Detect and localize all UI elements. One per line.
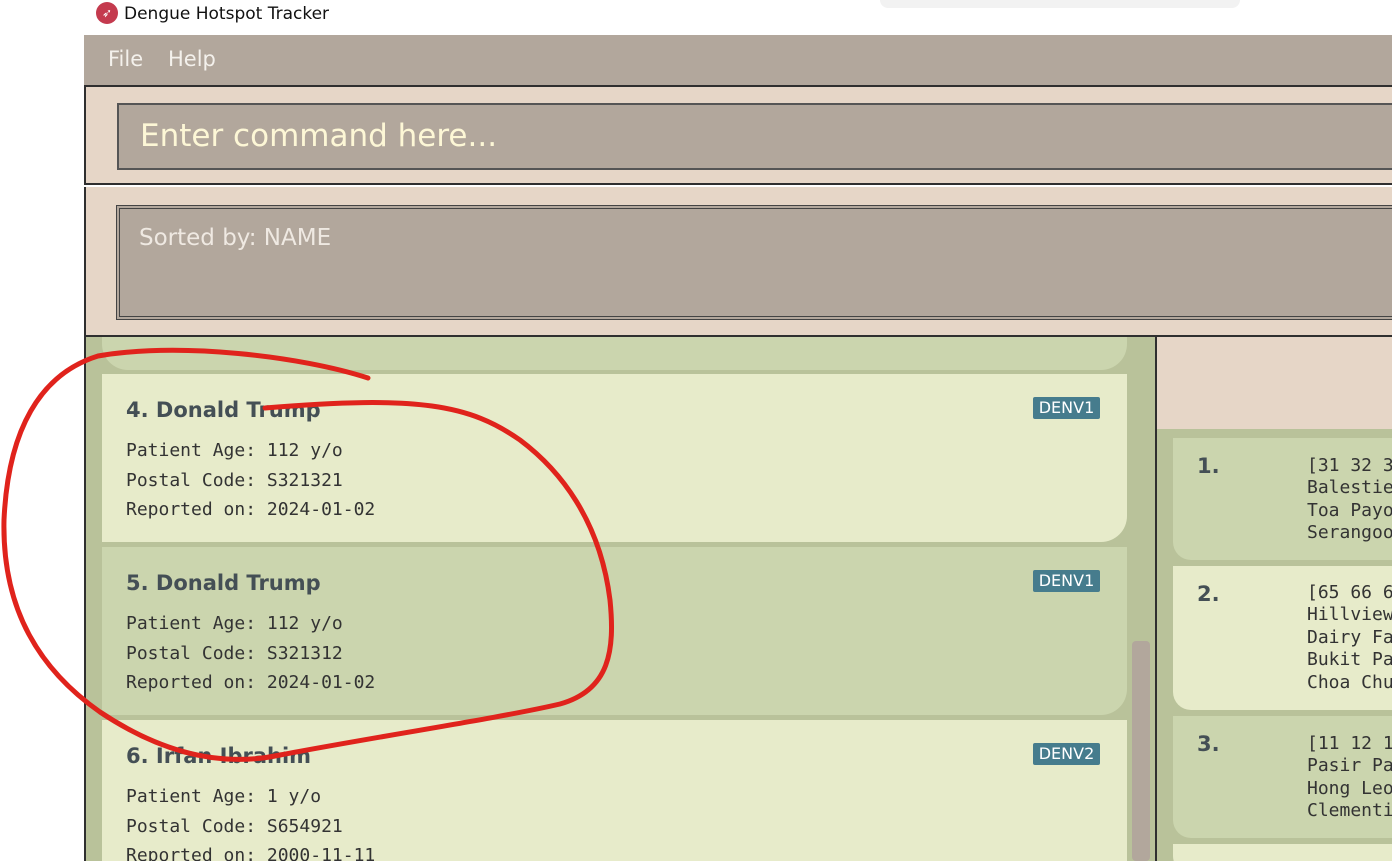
result-panel: Sorted by: NAME bbox=[84, 187, 1392, 337]
hotspot-line: [31 32 3 bbox=[1307, 455, 1392, 476]
patient-age: Patient Age: 112 y/o bbox=[126, 440, 343, 461]
result-display[interactable]: Sorted by: NAME bbox=[116, 205, 1392, 320]
hotspot-line: [65 66 6 bbox=[1307, 582, 1392, 603]
hotspot-line: Toa Payo bbox=[1307, 500, 1392, 521]
hotspot-line: Serangoo bbox=[1307, 522, 1392, 543]
hotspot-number: 2. bbox=[1197, 582, 1220, 606]
patient-age: Patient Age: 112 y/o bbox=[126, 613, 343, 634]
patient-list[interactable]: 4. Donald Trump DENV1 Patient Age: 112 y… bbox=[84, 337, 1155, 861]
patient-postal: Postal Code: S654921 bbox=[126, 816, 343, 837]
hotspot-line: Hillview bbox=[1307, 604, 1392, 625]
hotspot-card[interactable] bbox=[1173, 844, 1392, 861]
command-panel: Enter command here... bbox=[84, 85, 1392, 185]
menu-file[interactable]: File bbox=[108, 47, 143, 71]
hotspot-list[interactable]: 1. [31 32 3 Balestie Toa Payo Serangoo 2… bbox=[1157, 337, 1392, 861]
menu-help[interactable]: Help bbox=[168, 47, 216, 71]
patient-reported: Reported on: 2024-01-02 bbox=[126, 499, 376, 520]
strain-badge: DENV1 bbox=[1033, 570, 1100, 592]
hotspot-line: Clementi bbox=[1307, 800, 1392, 821]
patient-name: 5. Donald Trump bbox=[126, 571, 321, 595]
titlebar-highlight bbox=[880, 0, 1240, 8]
patient-reported: Reported on: 2024-01-02 bbox=[126, 672, 376, 693]
strain-badge: DENV1 bbox=[1033, 397, 1100, 419]
hotspot-line: Dairy Fa bbox=[1307, 627, 1392, 648]
hotspot-line: Bukit Pa bbox=[1307, 649, 1392, 670]
hotspot-number: 3. bbox=[1197, 732, 1220, 756]
patient-name: 4. Donald Trump bbox=[126, 398, 321, 422]
command-input[interactable]: Enter command here... bbox=[117, 103, 1392, 170]
result-text: Sorted by: NAME bbox=[139, 225, 332, 251]
patient-age: Patient Age: 1 y/o bbox=[126, 786, 322, 807]
window-title: Dengue Hotspot Tracker bbox=[124, 4, 330, 24]
hotspot-line: [11 12 1 bbox=[1307, 733, 1392, 754]
app-logo-icon: ➶ bbox=[96, 2, 118, 24]
patient-reported: Reported on: 2000-11-11 bbox=[126, 845, 376, 861]
patient-name: 6. Irfan Ibrahim bbox=[126, 744, 312, 768]
menu-bar: File Help bbox=[84, 35, 1392, 85]
hotspot-line: Choa Chu bbox=[1307, 672, 1392, 693]
patient-postal: Postal Code: S321312 bbox=[126, 643, 343, 664]
hotspot-line: Hong Leo bbox=[1307, 778, 1392, 799]
patient-card[interactable]: 6. Irfan Ibrahim DENV2 Patient Age: 1 y/… bbox=[102, 720, 1127, 861]
window-titlebar: ➶ Dengue Hotspot Tracker bbox=[0, 0, 1392, 35]
patient-card[interactable]: 5. Donald Trump DENV1 Patient Age: 112 y… bbox=[102, 547, 1127, 715]
patient-postal: Postal Code: S321321 bbox=[126, 470, 343, 491]
hotspot-number: 1. bbox=[1197, 454, 1220, 478]
list-item-partial[interactable] bbox=[102, 337, 1127, 370]
hotspot-card[interactable]: 2. [65 66 6 Hillview Dairy Fa Bukit Pa C… bbox=[1173, 566, 1392, 710]
hotspot-header bbox=[1157, 337, 1392, 429]
list-scrollbar[interactable] bbox=[1132, 641, 1150, 861]
patient-card[interactable]: 4. Donald Trump DENV1 Patient Age: 112 y… bbox=[102, 374, 1127, 542]
hotspot-card[interactable]: 3. [11 12 1 Pasir Pa Hong Leo Clementi bbox=[1173, 716, 1392, 838]
strain-badge: DENV2 bbox=[1033, 743, 1100, 765]
hotspot-line: Balestie bbox=[1307, 477, 1392, 498]
hotspot-line: Pasir Pa bbox=[1307, 755, 1392, 776]
hotspot-card[interactable]: 1. [31 32 3 Balestie Toa Payo Serangoo bbox=[1173, 438, 1392, 560]
